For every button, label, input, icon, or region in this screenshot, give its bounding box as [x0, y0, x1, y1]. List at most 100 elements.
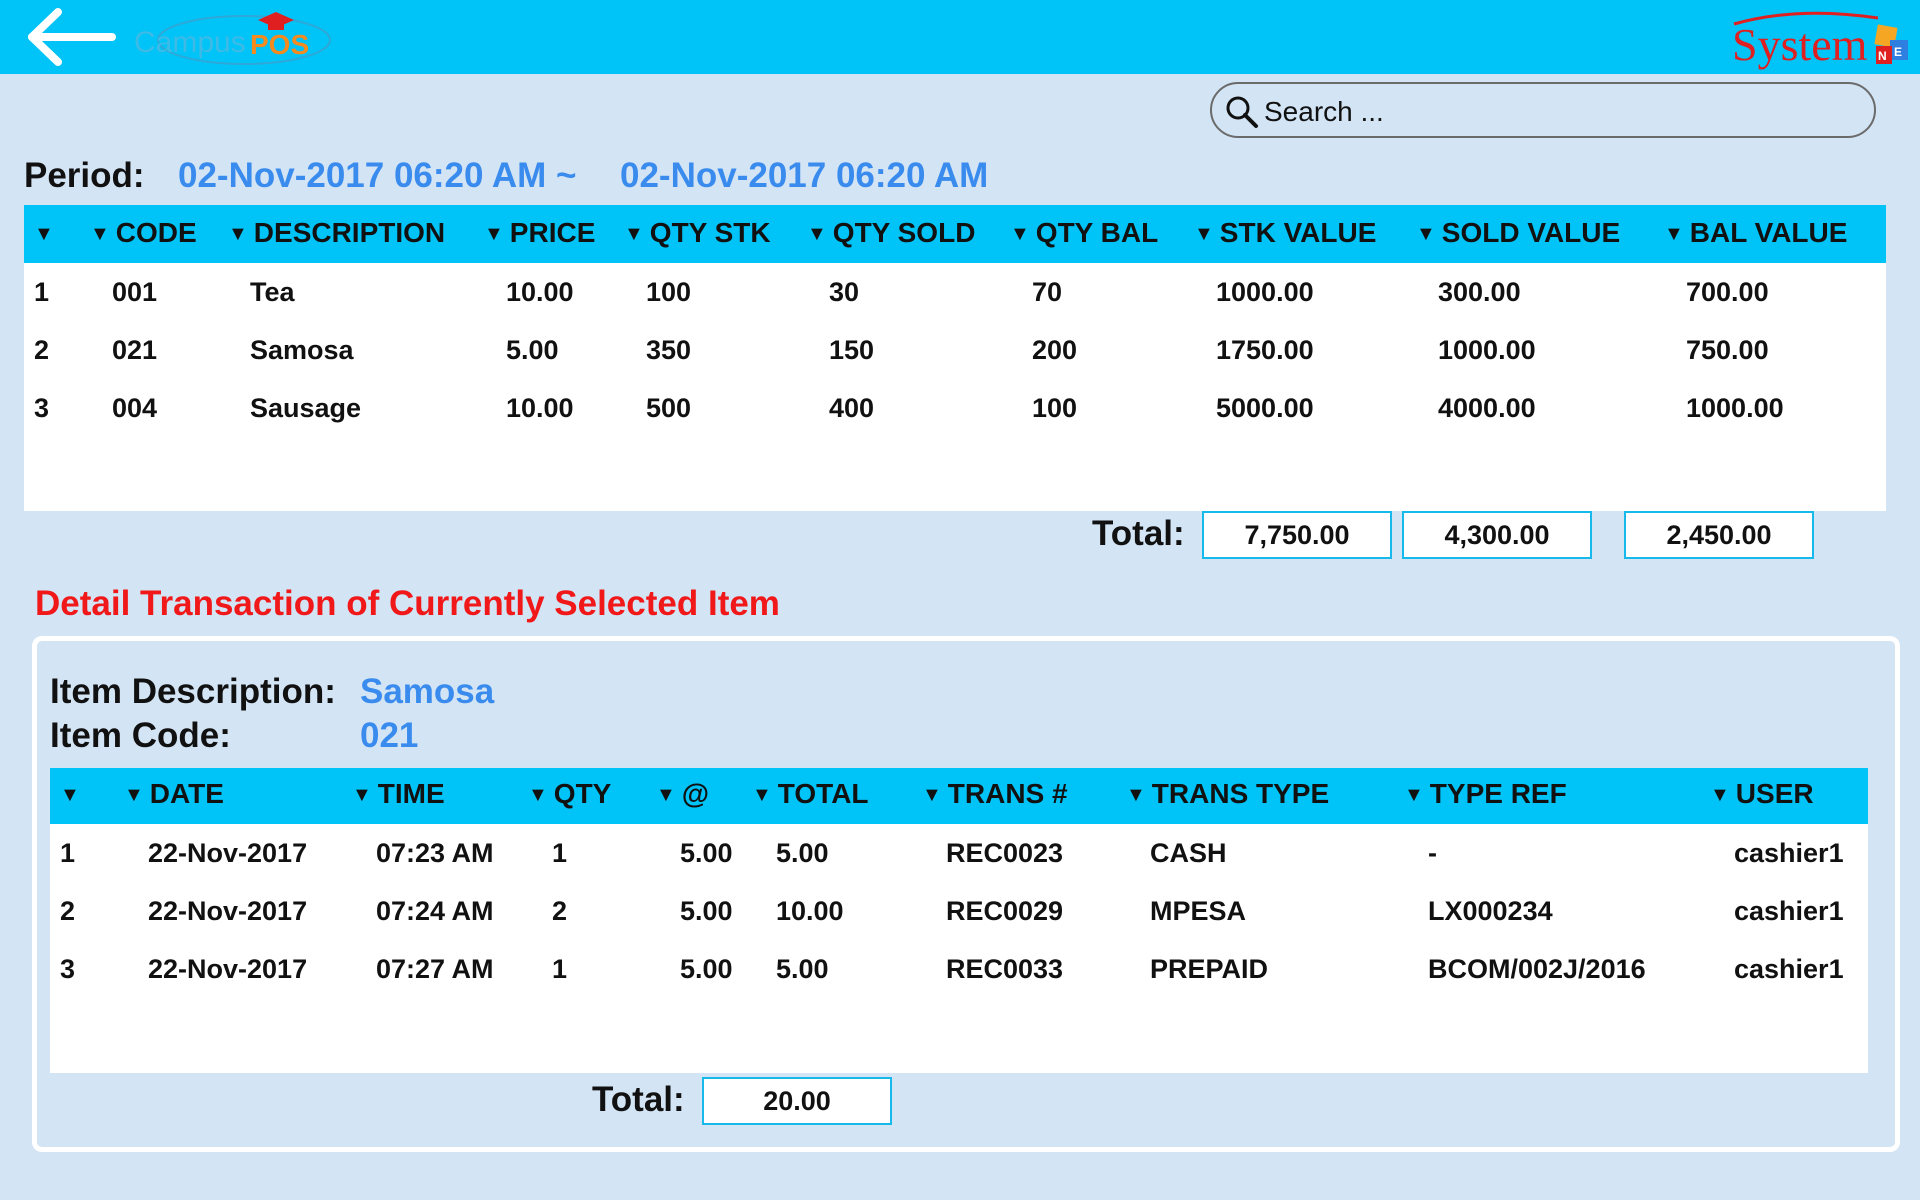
- cell-user: cashier1: [1734, 954, 1844, 984]
- cell-qty: 1: [552, 954, 568, 984]
- column-header-label: PRICE: [509, 217, 596, 248]
- back-arrow-icon[interactable]: [20, 6, 120, 68]
- sort-arrow-icon[interactable]: ▼: [1664, 223, 1684, 245]
- cell-qty-stk: 500: [646, 393, 692, 423]
- sort-arrow-icon[interactable]: ▼: [228, 223, 248, 245]
- table-row[interactable]: 3 004 Sausage 10.00 500 400 100 5000.00 4000.00 1…: [24, 393, 1886, 451]
- item-code-value: 021: [360, 716, 419, 755]
- sort-arrow-icon[interactable]: ▼: [807, 223, 827, 245]
- search-box[interactable]: [1210, 82, 1876, 138]
- column-header-label: DATE: [149, 778, 224, 809]
- cell-qty-sold: 400: [829, 393, 875, 423]
- column-header-bal-value[interactable]: ▼ BAL VALUE: [1664, 217, 1847, 249]
- cell-stk-value: 5000.00: [1216, 393, 1314, 423]
- column-header-label: QTY STK: [649, 217, 771, 248]
- sort-arrow-icon[interactable]: ▼: [352, 784, 372, 806]
- sort-arrow-icon[interactable]: ▼: [922, 784, 942, 806]
- sort-arrow-icon[interactable]: ▼: [60, 784, 80, 806]
- cell-sold-value: 4000.00: [1438, 393, 1536, 423]
- sort-arrow-icon[interactable]: ▼: [90, 223, 110, 245]
- search-icon: [1226, 96, 1258, 128]
- cell-total: 5.00: [776, 954, 829, 984]
- sort-arrow-icon[interactable]: ▼: [34, 223, 54, 245]
- cell-price: 5.00: [506, 335, 559, 365]
- sort-arrow-icon[interactable]: ▼: [1710, 784, 1730, 806]
- column-header-time[interactable]: ▼ TIME: [352, 778, 445, 810]
- period-range: Period: 02-Nov-2017 06:20 AM ~ 02-Nov-20…: [24, 156, 988, 196]
- column-header-col-0[interactable]: ▼: [34, 217, 60, 249]
- column-header-qty[interactable]: ▼ QTY: [528, 778, 611, 810]
- sort-arrow-icon[interactable]: ▼: [1416, 223, 1436, 245]
- cell-trans: REC0029: [946, 896, 1064, 926]
- sort-arrow-icon[interactable]: ▼: [1126, 784, 1146, 806]
- column-header-qty-stk[interactable]: ▼ QTY STK: [624, 217, 771, 249]
- column-header-total[interactable]: ▼ TOTAL: [752, 778, 869, 810]
- table-row[interactable]: 1 22-Nov-2017 07:23 AM 1 5.00 5.00 REC0023 CASH…: [50, 838, 1868, 896]
- svg-text:E: E: [1894, 45, 1902, 59]
- column-header-user[interactable]: ▼ USER: [1710, 778, 1814, 810]
- detail-title: Detail Transaction of Currently Selected…: [35, 584, 780, 623]
- cell-qty-stk: 350: [646, 335, 692, 365]
- stock-total-sold-value: 4,300.00: [1402, 511, 1592, 559]
- table-row[interactable]: 3 22-Nov-2017 07:27 AM 1 5.00 5.00 REC0033 PREP…: [50, 954, 1868, 1012]
- cell-trans: REC0033: [946, 954, 1064, 984]
- cell-date: 22-Nov-2017: [148, 954, 308, 984]
- cell-qty-bal: 100: [1032, 393, 1078, 423]
- column-header-description[interactable]: ▼ DESCRIPTION: [228, 217, 445, 249]
- cell-user: cashier1: [1734, 838, 1844, 868]
- table-row[interactable]: 2 021 Samosa 5.00 350 150 200 1750.00 1000.00 750…: [24, 335, 1886, 393]
- column-header-label: BAL VALUE: [1689, 217, 1848, 248]
- column-header-trans[interactable]: ▼ TRANS #: [922, 778, 1068, 810]
- cell-qty-sold: 150: [829, 335, 875, 365]
- sort-arrow-icon[interactable]: ▼: [484, 223, 504, 245]
- column-header-type-ref[interactable]: ▼ TYPE REF: [1404, 778, 1567, 810]
- column-header-stk-value[interactable]: ▼ STK VALUE: [1194, 217, 1376, 249]
- detail-total-value: 20.00: [702, 1077, 892, 1125]
- sort-arrow-icon[interactable]: ▼: [1404, 784, 1424, 806]
- cell-code: 004: [112, 393, 158, 423]
- column-header-price[interactable]: ▼ PRICE: [484, 217, 595, 249]
- column-header-code[interactable]: ▼ CODE: [90, 217, 197, 249]
- period-label: Period:: [24, 156, 145, 195]
- cell-total: 10.00: [776, 896, 844, 926]
- cell-trans-type: CASH: [1150, 838, 1227, 868]
- cell-time: 07:27 AM: [376, 954, 494, 984]
- sort-arrow-icon[interactable]: ▼: [624, 223, 644, 245]
- cell-col-0: 2: [34, 335, 50, 365]
- column-header-col-0[interactable]: ▼: [60, 778, 86, 810]
- table-row[interactable]: 1 001 Tea 10.00 100 30 70 1000.00 300.00 700.00: [24, 277, 1886, 335]
- column-header-label: CODE: [115, 217, 197, 248]
- column-header-label: USER: [1735, 778, 1814, 809]
- svg-text:Campus: Campus: [134, 26, 246, 59]
- column-header-date[interactable]: ▼ DATE: [124, 778, 224, 810]
- column-header-sold-value[interactable]: ▼ SOLD VALUE: [1416, 217, 1620, 249]
- svg-text:N: N: [1878, 49, 1887, 63]
- sort-arrow-icon[interactable]: ▼: [528, 784, 548, 806]
- sort-arrow-icon[interactable]: ▼: [656, 784, 676, 806]
- cell-description: Samosa: [250, 335, 354, 365]
- cell-description: Sausage: [250, 393, 362, 423]
- cell-trans-type: PREPAID: [1150, 954, 1269, 984]
- cell-code: 021: [112, 335, 158, 365]
- cell-type-ref: -: [1428, 838, 1437, 868]
- cell-type-ref: LX000234: [1428, 896, 1553, 926]
- period-from[interactable]: 02-Nov-2017 06:20 AM ~: [178, 156, 576, 196]
- period-to[interactable]: 02-Nov-2017 06:20 AM: [620, 156, 988, 196]
- cell-bal-value: 750.00: [1686, 335, 1769, 365]
- sort-arrow-icon[interactable]: ▼: [752, 784, 772, 806]
- column-header-qty-bal[interactable]: ▼ QTY BAL: [1010, 217, 1158, 249]
- column-header-col-4[interactable]: ▼ @: [656, 778, 709, 810]
- table-row[interactable]: 2 22-Nov-2017 07:24 AM 2 5.00 10.00 REC0029 MPE…: [50, 896, 1868, 954]
- column-header-qty-sold[interactable]: ▼ QTY SOLD: [807, 217, 975, 249]
- sort-arrow-icon[interactable]: ▼: [124, 784, 144, 806]
- cell-time: 07:23 AM: [376, 838, 494, 868]
- search-input[interactable]: [1262, 92, 1856, 132]
- cell-col-4: 5.00: [680, 838, 733, 868]
- cell-stk-value: 1750.00: [1216, 335, 1314, 365]
- cell-stk-value: 1000.00: [1216, 277, 1314, 307]
- sort-arrow-icon[interactable]: ▼: [1010, 223, 1030, 245]
- column-header-trans-type[interactable]: ▼ TRANS TYPE: [1126, 778, 1329, 810]
- column-header-label: @: [681, 778, 710, 809]
- sort-arrow-icon[interactable]: ▼: [1194, 223, 1214, 245]
- item-code-label: Item Code:: [50, 716, 231, 755]
